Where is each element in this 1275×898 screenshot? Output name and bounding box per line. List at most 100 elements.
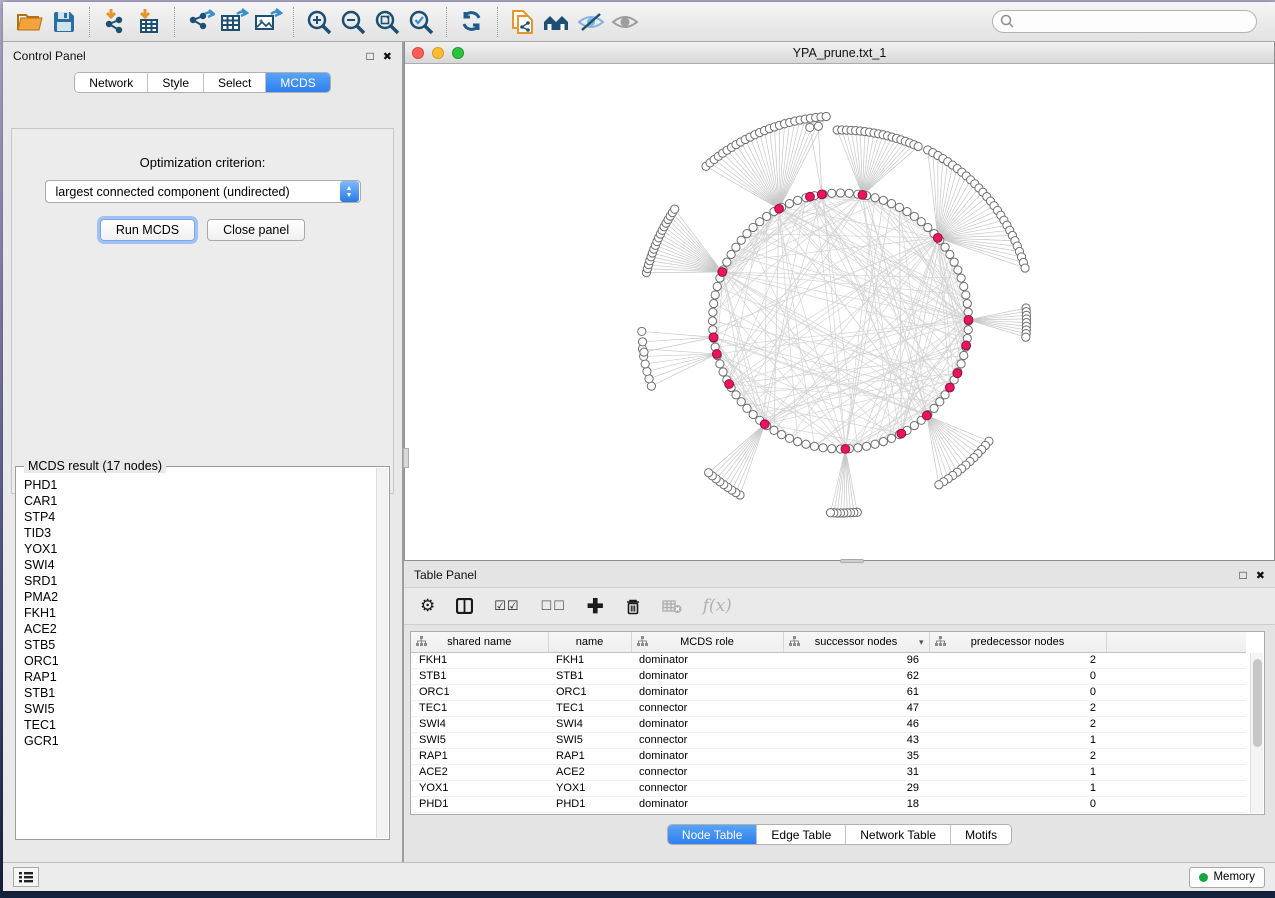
panel-menu-button[interactable] — [13, 867, 39, 887]
dominator-node — [953, 369, 962, 378]
mcds-node-item[interactable]: PHD1 — [20, 477, 376, 493]
dominator-node — [945, 383, 954, 392]
hide-selected-icon[interactable] — [574, 6, 608, 38]
network-node — [794, 438, 802, 446]
zoom-in-icon[interactable] — [302, 6, 336, 38]
column-header-name[interactable]: name — [548, 632, 631, 652]
tab-motifs[interactable]: Motifs — [951, 825, 1011, 844]
float-icon[interactable]: □ — [1240, 568, 1247, 582]
zoom-selected-icon[interactable] — [404, 6, 438, 38]
float-icon[interactable]: □ — [367, 49, 374, 63]
table-row[interactable]: PHD1PHD1dominator180 — [411, 796, 1246, 812]
mcds-node-item[interactable]: STB1 — [20, 685, 376, 701]
import-table-icon[interactable] — [132, 6, 166, 38]
tab-style[interactable]: Style — [148, 73, 204, 92]
column-header-MCDS-role[interactable]: MCDS role — [631, 632, 783, 652]
mcds-node-item[interactable]: ACE2 — [20, 621, 376, 637]
first-neighbors-icon[interactable] — [540, 6, 574, 38]
close-panel-button[interactable]: Close panel — [207, 219, 305, 241]
mcds-node-item[interactable]: ORC1 — [20, 653, 376, 669]
tab-network[interactable]: Network — [75, 73, 148, 92]
table-cell: 1 — [929, 732, 1106, 748]
mcds-node-item[interactable]: SRD1 — [20, 573, 376, 589]
list-scrollbar[interactable] — [376, 468, 388, 838]
mcds-node-item[interactable]: PMA2 — [20, 589, 376, 605]
tab-network-table[interactable]: Network Table — [846, 825, 951, 844]
import-network-icon[interactable] — [98, 6, 132, 38]
table-cell: SWI5 — [411, 732, 548, 748]
mcds-node-item[interactable]: FKH1 — [20, 605, 376, 621]
search-input[interactable] — [992, 10, 1257, 33]
column-header-successor-nodes[interactable]: successor nodes▾ — [783, 632, 929, 652]
table-cell: 31 — [783, 764, 929, 780]
column-header-shared-name[interactable]: shared name — [411, 632, 548, 652]
mcds-node-item[interactable]: TEC1 — [20, 717, 376, 733]
run-mcds-button[interactable]: Run MCDS — [100, 219, 195, 241]
open-file-icon[interactable] — [13, 6, 47, 38]
mcds-node-item[interactable]: STP4 — [20, 509, 376, 525]
mcds-node-item[interactable]: YOX1 — [20, 541, 376, 557]
close-icon[interactable]: ✖ — [1256, 569, 1265, 582]
tab-node-table[interactable]: Node Table — [668, 825, 758, 844]
dominator-node — [933, 233, 942, 242]
show-all-icon[interactable] — [608, 6, 642, 38]
table-row[interactable]: ACE2ACE2connector311 — [411, 764, 1246, 780]
table-header-row: shared namenameMCDS rolesuccessor nodes▾… — [411, 632, 1246, 652]
network-canvas[interactable] — [405, 64, 1274, 560]
network-node — [778, 431, 786, 439]
table-row[interactable]: FKH1FKH1dominator962 — [411, 652, 1246, 668]
tab-mcds[interactable]: MCDS — [266, 73, 329, 92]
table-cell: 43 — [783, 732, 929, 748]
export-image-icon[interactable] — [251, 6, 285, 38]
mcds-node-item[interactable]: SWI4 — [20, 557, 376, 573]
zoom-fit-icon[interactable] — [370, 6, 404, 38]
mcds-node-item[interactable]: CAR1 — [20, 493, 376, 509]
table-scrollbar[interactable] — [1250, 653, 1263, 813]
tab-edge-table[interactable]: Edge Table — [757, 825, 846, 844]
zoom-out-icon[interactable] — [336, 6, 370, 38]
splitter-handle[interactable] — [840, 559, 864, 563]
network-node — [871, 194, 879, 202]
table-tabs: Node TableEdge TableNetwork TableMotifs — [667, 824, 1012, 845]
scrollbar-thumb[interactable] — [1253, 659, 1262, 747]
network-node — [964, 326, 972, 334]
table-row[interactable]: TEC1TEC1connector472 — [411, 700, 1246, 716]
table-row[interactable]: RAP1RAP1dominator352 — [411, 748, 1246, 764]
mcds-node-item[interactable]: STB5 — [20, 637, 376, 653]
sort-menu-icon[interactable]: ▾ — [919, 637, 924, 648]
table-row[interactable]: SWI5SWI5connector431 — [411, 732, 1246, 748]
table-cell: dominator — [631, 668, 783, 684]
show-columns-icon[interactable] — [456, 598, 473, 614]
dominator-node — [964, 315, 973, 324]
table-settings-icon[interactable]: ⚙ — [420, 596, 435, 616]
network-node — [845, 189, 853, 197]
criterion-dropdown[interactable]: largest connected component (undirected)… — [45, 180, 361, 203]
table-row[interactable]: SWI4SWI4dominator462 — [411, 716, 1246, 732]
add-column-icon[interactable]: ✚ — [587, 594, 604, 619]
table-cell: ORC1 — [411, 684, 548, 700]
clone-network-icon[interactable] — [506, 6, 540, 38]
export-table-icon[interactable] — [217, 6, 251, 38]
save-session-icon[interactable] — [47, 6, 81, 38]
table-cell: TEC1 — [411, 700, 548, 716]
mcds-node-item[interactable]: TID3 — [20, 525, 376, 541]
table-row[interactable]: YOX1YOX1connector291 — [411, 780, 1246, 796]
close-icon[interactable]: ✖ — [383, 50, 392, 63]
splitter-handle[interactable] — [403, 448, 409, 468]
mcds-node-item[interactable]: GCR1 — [20, 733, 376, 749]
table-row[interactable]: STB1STB1dominator620 — [411, 668, 1246, 684]
table-cell — [1106, 652, 1246, 668]
column-header-predecessor-nodes[interactable]: predecessor nodes — [929, 632, 1106, 652]
memory-button[interactable]: Memory — [1189, 867, 1265, 888]
deselect-all-rows-icon[interactable]: ☐☐ — [541, 598, 566, 614]
mcds-node-item[interactable]: RAP1 — [20, 669, 376, 685]
tab-select[interactable]: Select — [204, 73, 266, 92]
mcds-node-item[interactable]: SWI5 — [20, 701, 376, 717]
network-node — [643, 367, 651, 375]
select-all-rows-icon[interactable]: ☑☑ — [494, 598, 519, 614]
network-node — [895, 203, 903, 211]
refresh-view-icon[interactable] — [455, 6, 489, 38]
table-row[interactable]: ORC1ORC1dominator610 — [411, 684, 1246, 700]
export-network-icon[interactable] — [183, 6, 217, 38]
delete-columns-icon[interactable] — [625, 598, 641, 615]
